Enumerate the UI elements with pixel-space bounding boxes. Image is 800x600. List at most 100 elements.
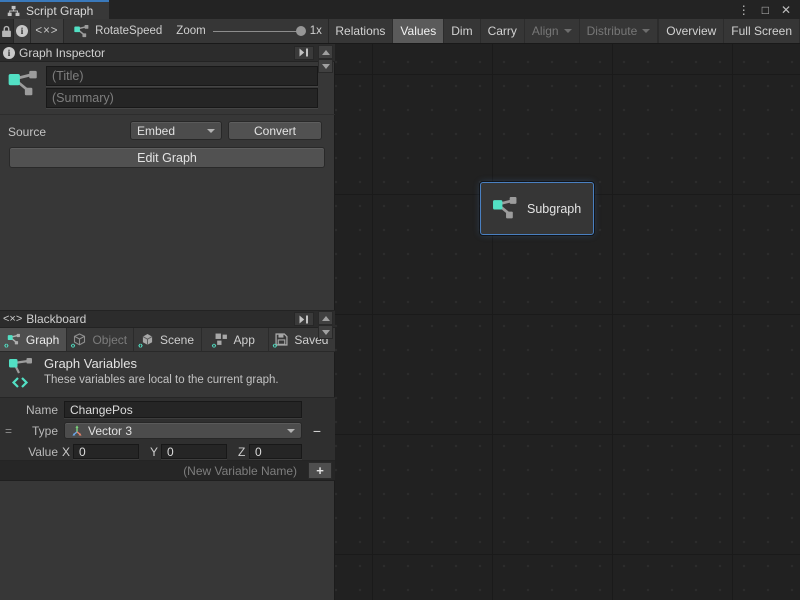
carry-button[interactable]: Carry [481, 19, 525, 43]
variables-badge-icon: ‹› [212, 341, 216, 350]
minus-icon: − [313, 423, 321, 439]
distribute-label: Distribute [587, 24, 638, 38]
graph-icon [8, 69, 38, 99]
variables-badge-icon: ‹› [272, 341, 276, 350]
align-label: Align [532, 24, 559, 38]
graph-icon [492, 196, 518, 221]
convert-button[interactable]: Convert [228, 121, 322, 140]
dim-button[interactable]: Dim [444, 19, 480, 43]
chevron-down-icon [287, 429, 295, 433]
lock-icon [1, 25, 12, 38]
chevron-down-icon [642, 29, 650, 33]
value-y-input[interactable] [161, 444, 227, 459]
dock-icon[interactable] [294, 46, 314, 60]
zoom-slider-handle[interactable] [296, 26, 306, 36]
edit-graph-button[interactable]: Edit Graph [9, 147, 325, 168]
edit-graph-label: Edit Graph [137, 151, 197, 165]
info-icon: i [3, 47, 15, 59]
name-label: Name [22, 403, 58, 417]
scene-variables-icon: ‹› [141, 333, 155, 346]
tab-scene[interactable]: ‹› Scene [134, 328, 201, 352]
variables-badge-icon: ‹› [4, 341, 8, 350]
toolbar-view-group: Overview Full Screen [658, 19, 800, 43]
source-value: Embed [137, 124, 175, 138]
overview-button[interactable]: Overview [659, 19, 724, 43]
axis-x-label: X [62, 445, 70, 459]
window-close-icon[interactable]: ✕ [781, 4, 791, 16]
value-x-input[interactable] [73, 444, 139, 459]
app-variables-icon: ‹› [215, 333, 229, 346]
graph-variables-subtitle: These variables are local to the current… [44, 374, 279, 386]
node-label: Subgraph [527, 202, 581, 216]
graph-toolbar: i <×> RotateSpeed Zoom 1x Relation [0, 19, 800, 44]
tab-script-graph[interactable]: Script Graph [0, 0, 109, 19]
script-graph-icon [7, 5, 20, 17]
graph-summary-input[interactable] [46, 88, 318, 108]
graph-inspector-title: Graph Inspector [19, 46, 105, 60]
triangle-up-icon [322, 50, 330, 55]
full-screen-button[interactable]: Full Screen [724, 19, 800, 43]
zoom-label: Zoom [176, 25, 205, 37]
add-variable-button[interactable]: + [308, 462, 332, 479]
tab-app-label: App [234, 333, 255, 347]
tab-object[interactable]: ‹› Object [67, 328, 134, 352]
graph-canvas[interactable]: Subgraph [335, 44, 800, 600]
object-variables-icon: ‹› [73, 333, 87, 346]
scroll-up-button[interactable] [318, 311, 333, 325]
unity-visual-scripting-window: Script Graph ⋮ □ ✕ i <×> [0, 0, 800, 600]
type-value: Vector 3 [88, 424, 132, 438]
new-variable-input[interactable] [6, 462, 302, 479]
vector3-icon [71, 425, 83, 437]
blackboard-tabs: ‹› Graph ‹› Object [0, 328, 335, 352]
graph-variables-icon: ‹› [7, 333, 21, 346]
relations-button[interactable]: Relations [328, 19, 393, 43]
graph-variables-section-icon [7, 378, 35, 392]
window-menu-icon[interactable]: ⋮ [738, 4, 750, 16]
lock-button[interactable] [0, 19, 14, 43]
window-maximize-icon[interactable]: □ [762, 4, 769, 16]
saved-variables-icon: ‹› [275, 333, 289, 346]
distribute-dropdown[interactable]: Distribute [580, 19, 659, 43]
relations-label: Relations [335, 24, 385, 38]
zoom-control: Zoom 1x [170, 19, 328, 43]
source-dropdown[interactable]: Embed [130, 121, 222, 140]
triangle-down-icon [322, 64, 330, 69]
full-screen-label: Full Screen [731, 24, 792, 38]
inspect-button[interactable]: i [14, 19, 30, 43]
remove-variable-button[interactable]: − [307, 422, 327, 440]
divider [0, 114, 335, 115]
variables-badge-icon: ‹› [70, 341, 74, 350]
value-z-input[interactable] [249, 444, 302, 459]
triangle-up-icon [322, 316, 330, 321]
graph-breadcrumb[interactable]: RotateSpeed [64, 19, 170, 43]
type-label: Type [22, 424, 58, 438]
inspector-scroll-buttons [318, 45, 333, 73]
axis-y-label: Y [150, 445, 158, 459]
new-variable-row: + [0, 461, 335, 481]
values-button[interactable]: Values [393, 19, 444, 43]
source-label: Source [8, 125, 46, 139]
scroll-down-button[interactable] [318, 59, 333, 73]
align-dropdown[interactable]: Align [525, 19, 580, 43]
tab-graph[interactable]: ‹› Graph [0, 328, 67, 352]
drag-handle-icon[interactable]: = [5, 424, 11, 438]
overview-label: Overview [666, 24, 716, 38]
scroll-up-button[interactable] [318, 45, 333, 59]
values-label: Values [400, 24, 436, 38]
graph-title-input[interactable] [46, 66, 318, 86]
info-icon: i [16, 25, 28, 37]
subgraph-node[interactable]: Subgraph [480, 182, 594, 235]
window-tab-bar: Script Graph ⋮ □ ✕ [0, 0, 800, 19]
chevron-down-icon [207, 129, 215, 133]
carry-label: Carry [488, 24, 517, 38]
zoom-slider[interactable] [213, 31, 303, 32]
scroll-down-button[interactable] [318, 325, 333, 339]
variables-button[interactable]: <×> [31, 19, 64, 43]
dim-label: Dim [451, 24, 472, 38]
dock-icon[interactable] [294, 312, 314, 326]
variable-type-dropdown[interactable]: Vector 3 [64, 422, 302, 439]
blackboard-header: <×> Blackboard [0, 310, 335, 328]
variable-name-input[interactable] [64, 401, 302, 418]
tab-app[interactable]: ‹› App [202, 328, 269, 352]
convert-label: Convert [254, 124, 296, 138]
